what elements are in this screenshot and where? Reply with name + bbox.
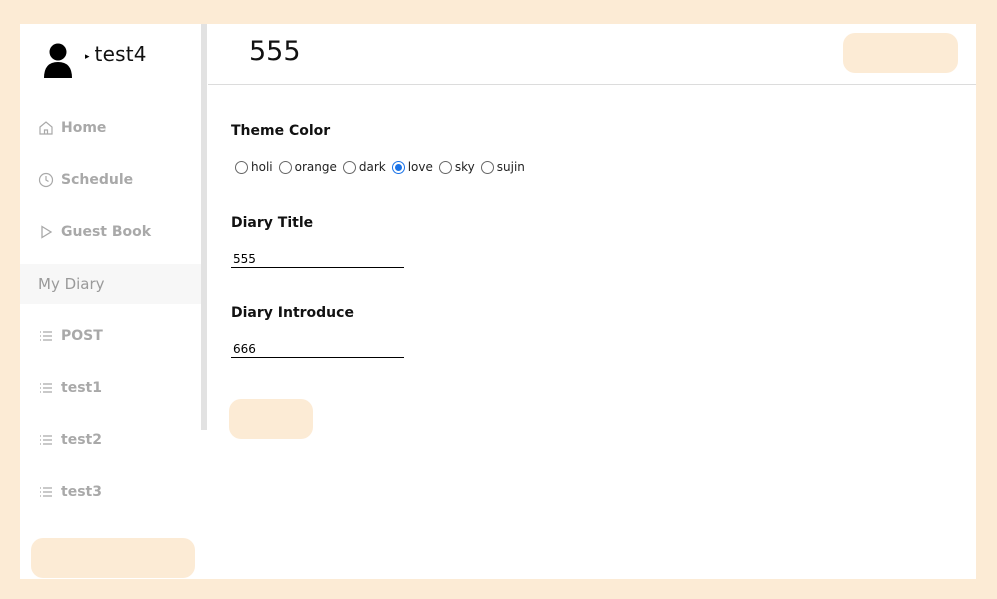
- sidebar: ▸ test4 Home Schedule Guest Book My Diar…: [20, 24, 208, 579]
- sidebar-menu: Home Schedule Guest Book My Diary POST t…: [20, 102, 201, 518]
- page-title: 555: [249, 36, 301, 67]
- radio-button[interactable]: [278, 160, 292, 174]
- play-icon: [38, 224, 54, 240]
- theme-color-label: Theme Color: [231, 123, 331, 139]
- theme-option-label: holi: [251, 160, 273, 174]
- radio-button[interactable]: [438, 160, 452, 174]
- theme-option-label: orange: [294, 160, 337, 174]
- radio-button[interactable]: [480, 160, 494, 174]
- clock-icon: [38, 172, 54, 188]
- sidebar-item-home[interactable]: Home: [20, 102, 201, 154]
- sidebar-item-test2[interactable]: test2: [20, 414, 201, 466]
- theme-option-dark[interactable]: dark: [342, 160, 386, 174]
- sidebar-scrollbar-thumb[interactable]: [201, 24, 207, 430]
- sidebar-item-schedule[interactable]: Schedule: [20, 154, 201, 206]
- sidebar-item-label: test3: [61, 484, 102, 500]
- list-icon: [38, 432, 54, 448]
- sidebar-item-test3[interactable]: test3: [20, 466, 201, 518]
- theme-option-label: love: [407, 160, 433, 174]
- sidebar-item-my-diary[interactable]: My Diary: [20, 264, 201, 304]
- theme-option-sky[interactable]: sky: [438, 160, 475, 174]
- sidebar-item-label: Guest Book: [61, 224, 152, 240]
- profile: ▸ test4: [40, 42, 147, 78]
- home-icon: [38, 120, 54, 136]
- profile-toggle-icon[interactable]: ▸: [85, 52, 90, 62]
- top-bar: 555: [208, 24, 976, 85]
- theme-option-label: dark: [358, 160, 386, 174]
- theme-option-label: sujin: [496, 160, 525, 174]
- theme-option-label: sky: [454, 160, 475, 174]
- diary-title-input[interactable]: [231, 250, 404, 268]
- theme-option-sujin[interactable]: sujin: [480, 160, 525, 174]
- radio-button[interactable]: [235, 160, 248, 174]
- theme-option-orange[interactable]: orange: [278, 160, 337, 174]
- list-icon: [38, 328, 54, 344]
- theme-color-options: holi orange dark love sky sujin: [235, 160, 531, 174]
- sidebar-item-label: My Diary: [38, 275, 105, 293]
- diary-introduce-input[interactable]: [231, 340, 404, 358]
- list-icon: [38, 380, 54, 396]
- radio-button-selected[interactable]: [391, 160, 405, 174]
- sidebar-item-test1[interactable]: test1: [20, 362, 201, 414]
- user-avatar-icon: [40, 42, 76, 78]
- list-icon: [38, 484, 54, 500]
- save-button[interactable]: [229, 399, 313, 439]
- theme-option-love[interactable]: love: [391, 160, 433, 174]
- diary-title-label: Diary Title: [231, 215, 314, 231]
- sidebar-item-post[interactable]: POST: [20, 310, 201, 362]
- sidebar-item-label: test1: [61, 380, 102, 396]
- app-frame: ▸ test4 Home Schedule Guest Book My Diar…: [20, 24, 976, 579]
- top-action-button[interactable]: [843, 33, 958, 73]
- profile-username[interactable]: test4: [95, 42, 147, 66]
- sidebar-item-label: Schedule: [61, 172, 134, 188]
- sidebar-item-label: Home: [61, 120, 107, 136]
- sidebar-item-guest-book[interactable]: Guest Book: [20, 206, 201, 258]
- sidebar-item-label: POST: [61, 328, 103, 344]
- sidebar-bottom-button[interactable]: [31, 538, 195, 578]
- radio-button[interactable]: [342, 160, 356, 174]
- sidebar-item-label: test2: [61, 432, 102, 448]
- theme-option-holi[interactable]: holi: [235, 160, 273, 174]
- diary-introduce-label: Diary Introduce: [231, 305, 354, 321]
